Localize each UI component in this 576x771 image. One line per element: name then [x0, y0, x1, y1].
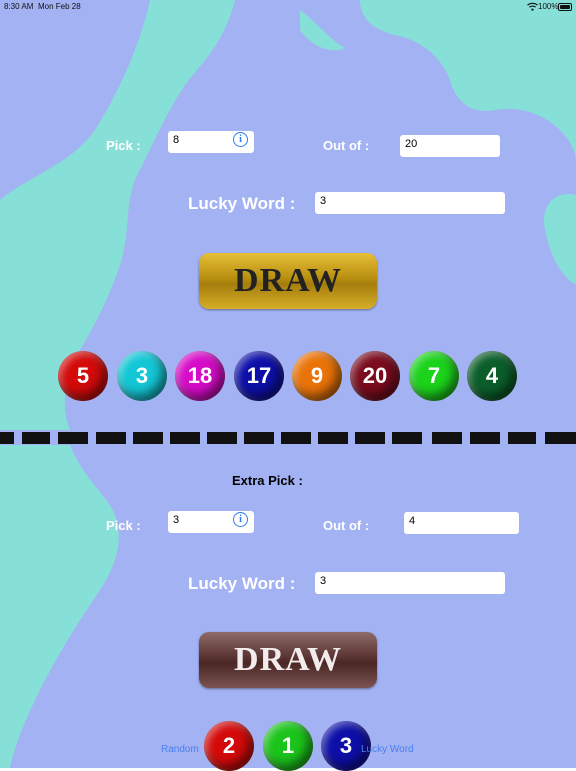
wifi-icon [527, 2, 538, 11]
extra-lucky-word-label: Lucky Word : [188, 574, 296, 593]
battery-icon [558, 3, 572, 11]
lucky-word-label: Lucky Word : [188, 194, 296, 213]
ball: 17 [234, 351, 284, 401]
tab-lucky-word[interactable]: Lucky Word [361, 744, 414, 755]
ball: 3 [117, 351, 167, 401]
tab-random[interactable]: Random [161, 744, 199, 755]
extra-pick-title: Extra Pick : [232, 473, 303, 488]
separator-dash [22, 432, 50, 444]
separator-dash [170, 432, 200, 444]
separator-dash [281, 432, 311, 444]
extra-out-of-input[interactable]: 4 [404, 512, 519, 534]
info-icon[interactable]: i [233, 512, 248, 527]
separator-dash [244, 432, 274, 444]
status-date: Mon Feb 28 [38, 2, 81, 11]
lucky-word-input[interactable]: 3 [315, 192, 505, 214]
extra-ball: 1 [263, 721, 313, 771]
ball: 9 [292, 351, 342, 401]
separator-dash [318, 432, 348, 444]
separator-dash [508, 432, 536, 444]
ball: 20 [350, 351, 400, 401]
separator-dash [545, 432, 576, 444]
ball: 4 [467, 351, 517, 401]
separator-dash [207, 432, 237, 444]
pick-label: Pick : [106, 138, 141, 153]
extra-pick-label: Pick : [106, 518, 141, 533]
status-time: 8:30 AM [4, 2, 34, 11]
extra-out-of-label: Out of : [323, 518, 370, 533]
ball: 5 [58, 351, 108, 401]
separator-dash [133, 432, 163, 444]
separator-dash [0, 432, 14, 444]
ball: 7 [409, 351, 459, 401]
extra-draw-button[interactable]: DRAW [199, 632, 377, 688]
separator-dash [470, 432, 500, 444]
extra-lucky-word-input[interactable]: 3 [315, 572, 505, 594]
separator-dash [392, 432, 422, 444]
separator-dash [355, 432, 385, 444]
battery-percent: 100% [538, 2, 559, 11]
draw-button[interactable]: DRAW [199, 253, 377, 309]
info-icon[interactable]: i [233, 132, 248, 147]
separator-dash [96, 432, 126, 444]
out-of-label: Out of : [323, 138, 370, 153]
ball: 18 [175, 351, 225, 401]
separator-dash [432, 432, 462, 444]
extra-ball: 2 [204, 721, 254, 771]
separator-dash [58, 432, 88, 444]
out-of-input[interactable]: 20 [400, 135, 500, 157]
